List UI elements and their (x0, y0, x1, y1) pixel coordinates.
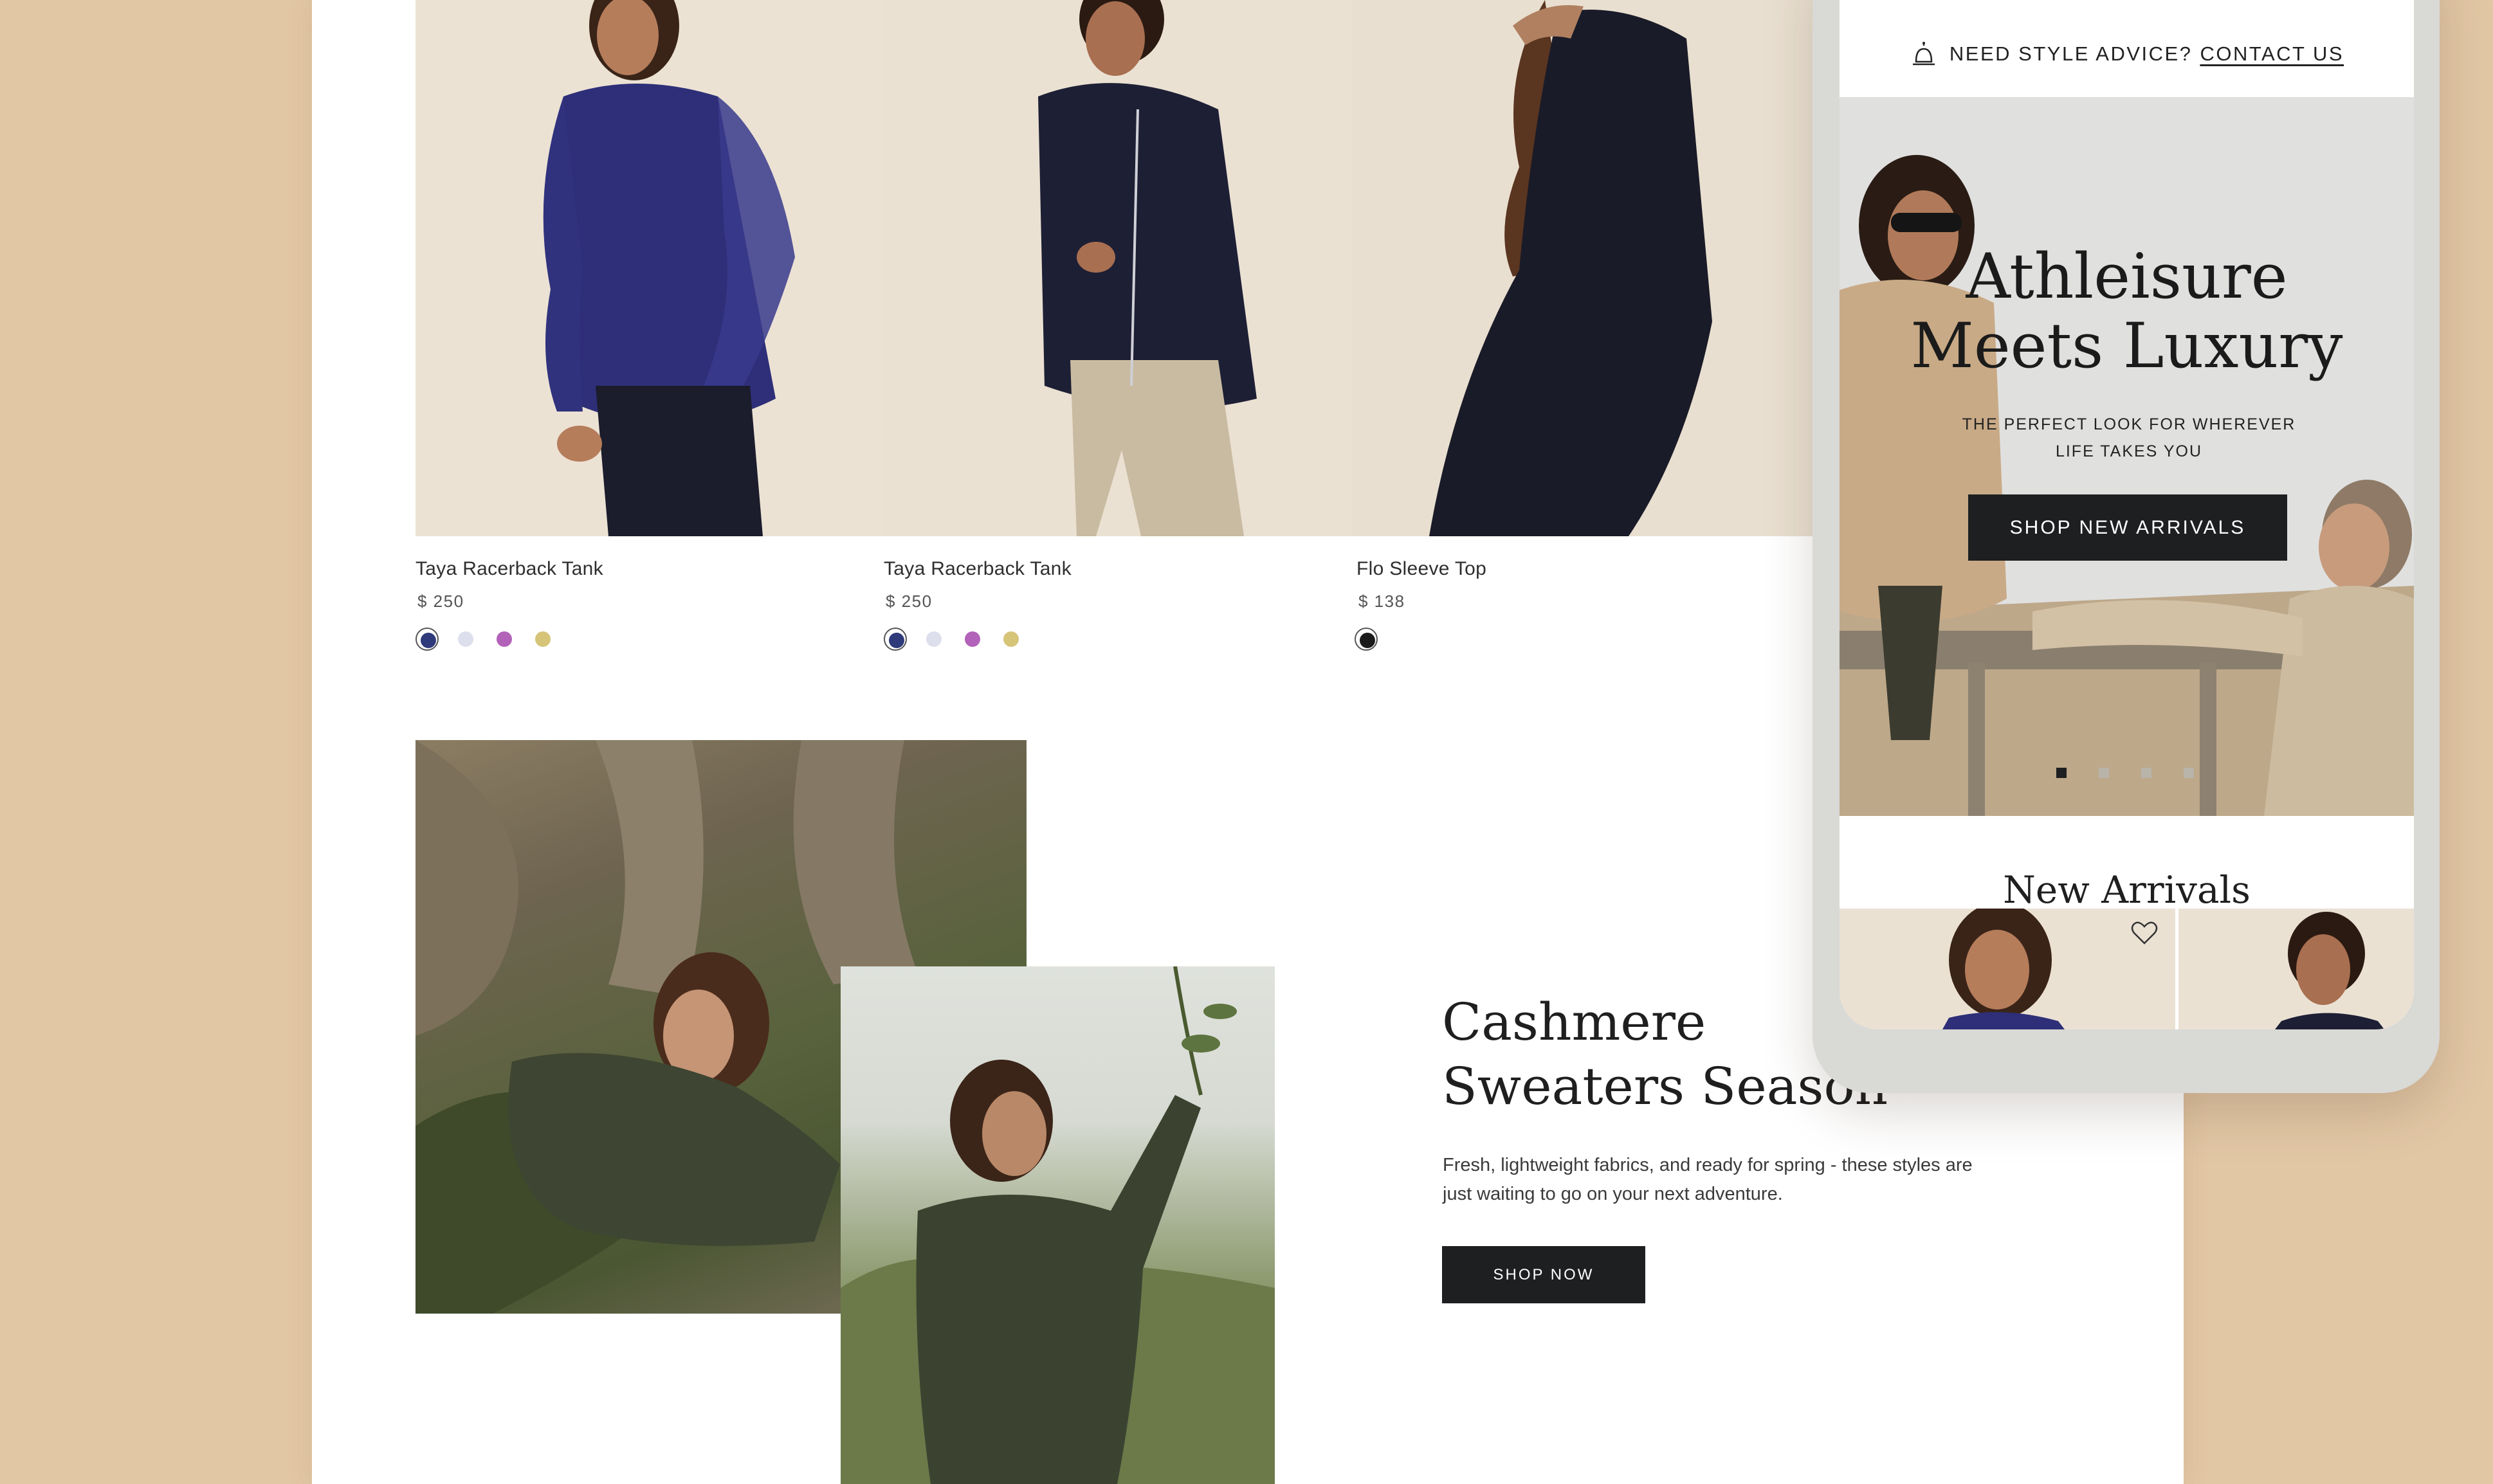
swatch-purple[interactable] (961, 628, 984, 651)
carousel-dot[interactable] (2056, 768, 2067, 778)
feature-image-standing (841, 966, 1275, 1484)
product-card[interactable]: Flo Sleeve Top $ 138 (1352, 0, 1834, 651)
heart-icon[interactable] (2130, 920, 2159, 946)
hero-subtitle: THE PERFECT LOOK FOR WHEREVER LIFE TAKES… (1962, 415, 2296, 460)
color-swatches (884, 628, 1023, 651)
product-price: $ 250 (886, 592, 933, 611)
color-swatches (1355, 628, 1378, 651)
shop-new-arrivals-button[interactable]: SHOP NEW ARRIVALS (1968, 494, 2287, 561)
style-advice-bar: NEED STYLE ADVICE? CONTACT US (1840, 12, 2414, 96)
contact-us-link[interactable]: CONTACT US (2200, 42, 2344, 66)
feature-description: Fresh, lightweight fabrics, and ready fo… (1443, 1155, 1973, 1204)
product-card[interactable]: Taya Racerback Tank $ 250 (884, 0, 1352, 651)
phone-mockup: NEED STYLE ADVICE? CONTACT US Athleisure… (1813, 0, 2440, 1093)
arrival-card[interactable] (2178, 909, 2414, 1029)
arrival-photo (2178, 909, 2414, 1029)
hero-title: Athleisure Meets Luxury (1840, 242, 2414, 381)
shop-now-button[interactable]: SHOP NOW (1442, 1246, 1645, 1303)
color-swatches (416, 628, 554, 651)
swatch-navy[interactable] (884, 628, 907, 651)
model-photo (416, 0, 884, 536)
product-image[interactable] (884, 0, 1352, 536)
new-arrivals-title: New Arrivals (2003, 868, 2251, 912)
swatch-black[interactable] (1355, 628, 1378, 651)
product-card[interactable]: Taya Racerback Tank $ 250 (416, 0, 884, 651)
hero-banner[interactable]: Athleisure Meets Luxury THE PERFECT LOOK… (1840, 97, 2414, 816)
bell-icon (1912, 42, 1935, 66)
hero-title-line2: Meets Luxury (1910, 310, 2343, 382)
product-price: $ 138 (1358, 592, 1405, 611)
product-image[interactable] (1352, 0, 1834, 536)
model-photo (1352, 0, 1834, 536)
product-name[interactable]: Taya Racerback Tank (884, 558, 1072, 580)
swatch-gold[interactable] (1000, 628, 1023, 651)
swatch-purple[interactable] (493, 628, 516, 651)
arrival-card[interactable] (1840, 909, 2175, 1029)
carousel-dots (2056, 768, 2194, 778)
carousel-dot[interactable] (2141, 768, 2151, 778)
product-name[interactable]: Flo Sleeve Top (1356, 558, 1486, 580)
product-image[interactable] (416, 0, 884, 536)
carousel-dot[interactable] (2184, 768, 2194, 778)
arrival-photo (1840, 909, 2175, 1029)
product-price: $ 250 (417, 592, 464, 611)
carousel-dot[interactable] (2099, 768, 2109, 778)
hero-title-line1: Athleisure (1966, 240, 2288, 312)
swatch-light-blue[interactable] (454, 628, 477, 651)
swatch-navy[interactable] (416, 628, 439, 651)
product-name[interactable]: Taya Racerback Tank (416, 558, 603, 580)
swatch-light-blue[interactable] (922, 628, 945, 651)
model-photo (884, 0, 1352, 536)
style-advice-text: NEED STYLE ADVICE? (1949, 42, 2193, 65)
swatch-gold[interactable] (531, 628, 554, 651)
phone-screen: NEED STYLE ADVICE? CONTACT US Athleisure… (1840, 0, 2414, 1029)
